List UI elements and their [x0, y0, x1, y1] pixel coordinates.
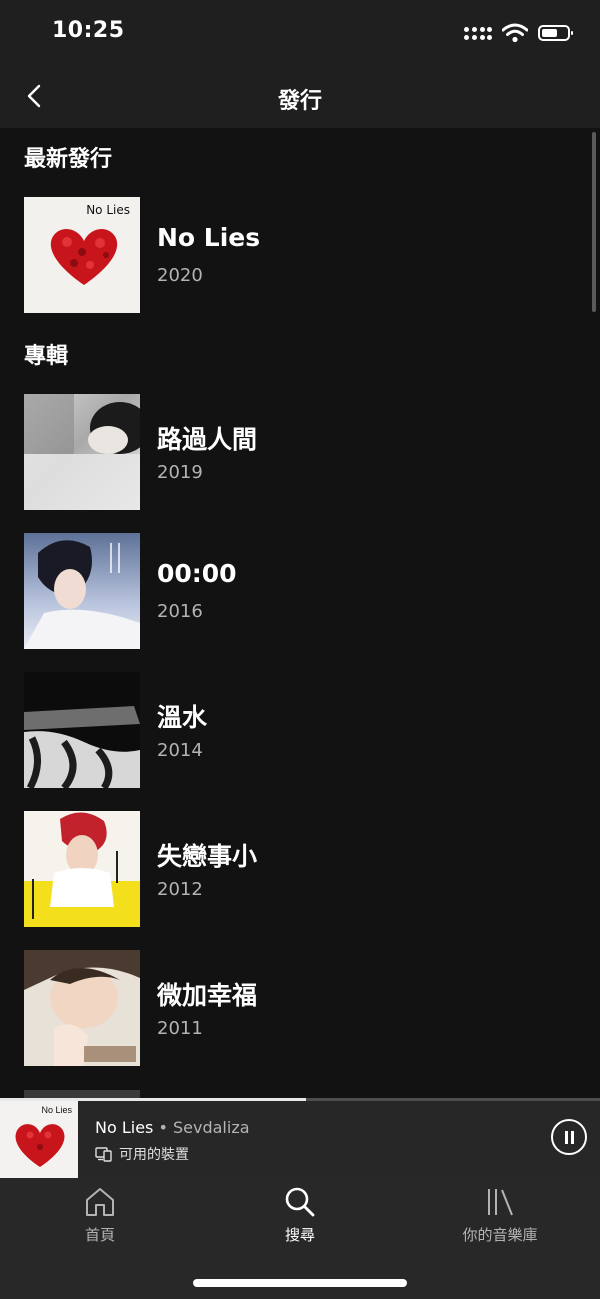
album-year: 2011	[157, 1018, 203, 1039]
album-cover	[24, 394, 140, 510]
cover-label: No Lies	[41, 1105, 72, 1115]
album-cover	[24, 533, 140, 649]
tab-home[interactable]: 首頁	[0, 1186, 200, 1256]
search-icon	[285, 1187, 315, 1217]
page-title: 發行	[277, 89, 322, 114]
status-time: 10:25	[52, 18, 125, 43]
status-bar: 10:25	[0, 0, 600, 64]
cover-label: No Lies	[86, 203, 130, 217]
album-year: 2019	[157, 462, 203, 483]
album-year: 2012	[157, 879, 203, 900]
scrollbar[interactable]	[592, 132, 596, 312]
release-year: 2020	[157, 265, 203, 286]
release-row-latest[interactable]: No Lies No Lies 2020	[24, 197, 564, 313]
tab-search[interactable]: 搜尋	[200, 1186, 400, 1256]
nav-bar: 發行	[0, 64, 600, 128]
album-row[interactable]: 路過人間 2019	[24, 394, 564, 510]
separator: •	[153, 1118, 173, 1137]
section-title-latest: 最新發行	[24, 147, 113, 172]
mini-player-cover: No Lies	[0, 1101, 78, 1178]
album-title: 微加幸福	[157, 981, 258, 1010]
signal-icon	[464, 25, 492, 41]
mini-player[interactable]: No Lies No Lies • Sevdaliza 可用的裝置	[0, 1098, 600, 1178]
album-title: 失戀事小	[157, 842, 258, 871]
tab-library-label: 你的音樂庫	[462, 1226, 538, 1244]
section-title-albums: 專輯	[24, 344, 69, 369]
album-title: 路過人間	[157, 425, 258, 454]
pause-button[interactable]	[551, 1119, 587, 1155]
device-label: 可用的裝置	[119, 1147, 189, 1163]
album-row[interactable]: 微加幸福 2011	[24, 950, 564, 1066]
tab-home-label: 首頁	[84, 1226, 115, 1244]
status-icons	[464, 22, 573, 44]
tab-library[interactable]: 你的音樂庫	[400, 1186, 600, 1256]
album-row[interactable]: 溫水 2014	[24, 672, 564, 788]
library-icon	[488, 1189, 513, 1216]
album-title: 00:00	[157, 559, 237, 588]
tab-search-label: 搜尋	[284, 1226, 315, 1244]
progress-bar	[0, 1098, 600, 1101]
album-row[interactable]: 00:00 2016	[24, 533, 564, 649]
now-playing-line: No Lies • Sevdaliza	[95, 1118, 250, 1137]
album-cover	[24, 950, 140, 1066]
devices-icon	[95, 1147, 112, 1162]
album-cover-partial	[24, 1090, 140, 1098]
album-year: 2014	[157, 740, 203, 761]
album-cover	[24, 811, 140, 927]
wifi-icon	[502, 23, 528, 43]
home-icon	[86, 1188, 114, 1216]
album-row[interactable]: 失戀事小 2012	[24, 811, 564, 927]
releases-list[interactable]: 最新發行 No Lies No Lies 2020 專輯 路過人間 2019 0…	[0, 128, 600, 1098]
release-title: No Lies	[157, 223, 261, 252]
home-indicator[interactable]	[193, 1279, 407, 1287]
track-title: No Lies	[95, 1118, 154, 1137]
device-picker[interactable]: 可用的裝置	[95, 1144, 189, 1164]
album-title: 溫水	[157, 703, 208, 732]
album-cover	[24, 672, 140, 788]
album-year: 2016	[157, 601, 203, 622]
battery-icon	[538, 25, 573, 41]
album-cover: No Lies	[24, 197, 140, 313]
artist-name: Sevdaliza	[173, 1118, 250, 1137]
